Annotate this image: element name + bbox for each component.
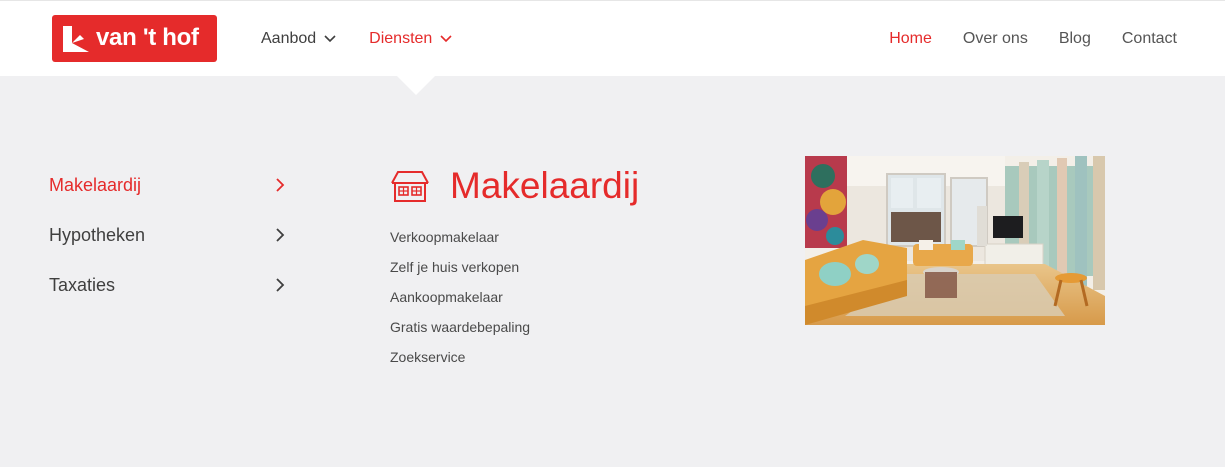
secondary-nav: Home Over ons Blog Contact <box>858 29 1177 49</box>
category-hypotheken[interactable]: Hypotheken <box>49 210 289 260</box>
section-title: Makelaardij <box>450 165 640 206</box>
site-header: van 't hof Aanbod Diensten Home Over ons… <box>0 0 1225 76</box>
living-room-photo <box>805 156 1105 325</box>
nav-item-blog[interactable]: Blog <box>1059 29 1091 49</box>
nav-label: Diensten <box>369 30 433 47</box>
category-makelaardij[interactable]: Makelaardij <box>49 160 289 210</box>
category-taxaties[interactable]: Taxaties <box>49 260 289 310</box>
nav-item-home[interactable]: Home <box>889 29 932 49</box>
nav-item-diensten[interactable]: Diensten <box>369 29 452 49</box>
link-verkoopmakelaar[interactable]: Verkoopmakelaar <box>390 226 750 256</box>
section-header: Makelaardij <box>390 160 750 212</box>
section-links: Verkoopmakelaar Zelf je huis verkopen Aa… <box>390 226 750 376</box>
chevron-down-icon <box>440 35 452 43</box>
primary-nav: Aanbod Diensten <box>261 29 485 49</box>
logo-text: van 't hof <box>96 24 199 51</box>
link-aankoopmakelaar[interactable]: Aankoopmakelaar <box>390 286 750 316</box>
nav-item-contact[interactable]: Contact <box>1122 29 1177 49</box>
nav-item-over-ons[interactable]: Over ons <box>963 29 1028 49</box>
chevron-down-icon <box>324 35 336 43</box>
dropdown-caret <box>396 75 436 95</box>
category-label: Taxaties <box>49 274 116 295</box>
brand-logo[interactable]: van 't hof <box>52 15 217 62</box>
chevron-right-icon <box>276 228 285 242</box>
house-icon <box>391 171 429 202</box>
logo-mark-icon <box>63 26 89 52</box>
nav-label: Aanbod <box>261 30 317 47</box>
mega-menu-categories: Makelaardij Hypotheken Taxaties <box>49 160 289 310</box>
mega-menu-section: Makelaardij Verkoopmakelaar Zelf je huis… <box>390 160 750 376</box>
chevron-right-icon <box>276 278 285 292</box>
living-room-illustration <box>805 156 1105 325</box>
category-label: Hypotheken <box>49 224 146 245</box>
link-zoekservice[interactable]: Zoekservice <box>390 346 750 376</box>
nav-item-aanbod[interactable]: Aanbod <box>261 29 336 49</box>
chevron-right-icon <box>276 178 285 192</box>
category-label: Makelaardij <box>49 174 142 195</box>
link-gratis-waardebepaling[interactable]: Gratis waardebepaling <box>390 316 750 346</box>
link-zelf-je-huis-verkopen[interactable]: Zelf je huis verkopen <box>390 256 750 286</box>
